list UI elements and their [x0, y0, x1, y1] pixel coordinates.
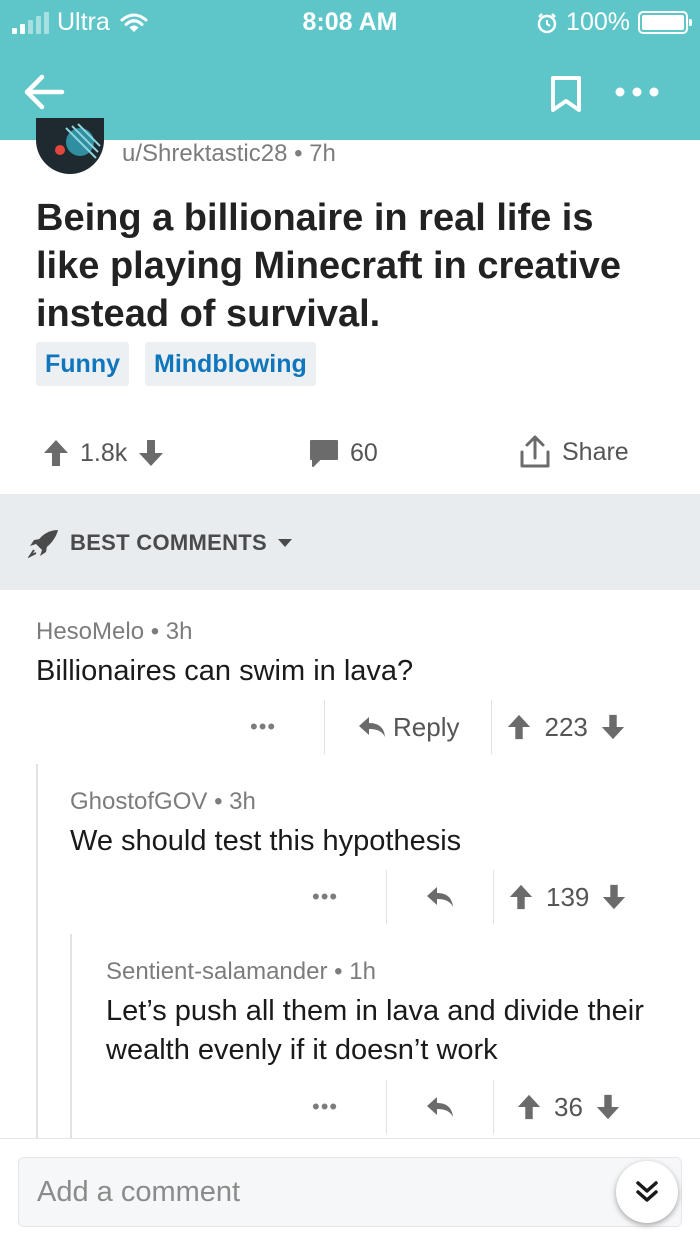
- reply-button[interactable]: [387, 1095, 493, 1119]
- share-label: Share: [562, 437, 629, 466]
- share-button[interactable]: Share: [518, 434, 629, 470]
- reply-arrow-icon: [427, 887, 453, 907]
- comment-author[interactable]: HesoMelo: [36, 618, 144, 645]
- battery-percent: 100%: [566, 8, 630, 36]
- comment-more-icon[interactable]: •••: [312, 884, 386, 910]
- status-bar: Ultra 8:08 AM 100%: [0, 0, 700, 44]
- comment-score: 139: [546, 881, 590, 912]
- comment-body: Billionaires can swim in lava?: [36, 655, 414, 687]
- flair-list: Funny Mindblowing: [36, 342, 316, 386]
- meta-separator: •: [294, 140, 310, 167]
- comment-author[interactable]: Sentient-salamander: [106, 958, 327, 985]
- comment-meta: Sentient-salamander • 1h: [106, 958, 676, 986]
- comment-vote-group: 139: [494, 882, 627, 913]
- next-comment-button[interactable]: [616, 1161, 678, 1223]
- sort-label: BEST COMMENTS: [70, 530, 268, 555]
- comment-bubble-icon: [310, 440, 338, 467]
- comment-actions: ••• 139: [312, 870, 627, 924]
- post-author[interactable]: u/Shrektastic28: [122, 140, 287, 167]
- comment-age: 3h: [165, 618, 193, 645]
- upvote-icon[interactable]: [508, 883, 534, 911]
- flair-mindblowing[interactable]: Mindblowing: [145, 342, 316, 386]
- post-age: 7h: [309, 140, 336, 167]
- caret-down-icon: [278, 539, 293, 547]
- share-icon: [520, 435, 550, 468]
- double-chevron-down-icon: [636, 1181, 658, 1202]
- meta-separator: •: [214, 788, 230, 815]
- reply-arrow-icon: [427, 1097, 453, 1117]
- comment-meta: HesoMelo • 3h: [36, 618, 666, 646]
- comment-body: Let’s push all them in lava and divide t…: [106, 995, 644, 1066]
- battery-icon: [638, 11, 692, 34]
- comment-more-icon[interactable]: •••: [312, 1094, 386, 1120]
- comment-body: We should test this hypothesis: [70, 825, 462, 857]
- reply-arrow-icon: [359, 717, 385, 737]
- more-options-icon[interactable]: [612, 74, 662, 110]
- downvote-icon[interactable]: [601, 883, 627, 911]
- rocket-icon: [28, 530, 58, 558]
- thread-line: [70, 934, 72, 1138]
- reply-button[interactable]: Reply: [325, 712, 491, 743]
- thread-line: [36, 764, 38, 1138]
- post-vote-group: 1.8k: [42, 438, 165, 468]
- comment-age: 1h: [349, 958, 376, 985]
- comment-count-button[interactable]: 60: [308, 438, 378, 468]
- subreddit-avatar[interactable]: [36, 118, 104, 174]
- upvote-icon[interactable]: [506, 713, 532, 741]
- app-bar: [0, 44, 700, 140]
- comment-item: GhostofGOV • 3h We should test this hypo…: [70, 788, 670, 861]
- flair-funny[interactable]: Funny: [36, 342, 129, 386]
- meta-separator: •: [334, 958, 350, 985]
- comment-meta: GhostofGOV • 3h: [70, 788, 670, 816]
- comment-vote-group: 223: [492, 712, 625, 743]
- post-actions: 1.8k 60 Share: [0, 430, 700, 476]
- post-title: Being a billionaire in real life is like…: [36, 197, 621, 335]
- reply-label: Reply: [393, 711, 460, 742]
- comment-count: 60: [350, 438, 378, 467]
- alarm-icon: [537, 12, 557, 33]
- add-comment-input[interactable]: Add a comment: [18, 1157, 682, 1227]
- meta-separator: •: [150, 618, 166, 645]
- bookmark-icon[interactable]: [548, 74, 584, 114]
- comment-more-icon[interactable]: •••: [250, 714, 324, 740]
- comment-actions: ••• 36: [312, 1080, 621, 1134]
- upvote-icon[interactable]: [516, 1093, 542, 1121]
- comment-score: 36: [554, 1091, 583, 1122]
- reply-button[interactable]: [387, 885, 493, 909]
- comment-vote-group: 36: [494, 1092, 621, 1123]
- back-arrow-icon[interactable]: [22, 72, 66, 112]
- downvote-icon[interactable]: [595, 1093, 621, 1121]
- comment-composer: Add a comment: [0, 1138, 700, 1243]
- comment-item: Sentient-salamander • 1h Let’s push all …: [106, 958, 676, 1070]
- post-meta: u/Shrektastic28 • 7h: [122, 140, 336, 168]
- status-right: 100%: [536, 8, 692, 37]
- sort-dropdown[interactable]: BEST COMMENTS: [28, 528, 293, 558]
- post-score: 1.8k: [80, 438, 128, 467]
- comment-score: 223: [544, 711, 588, 742]
- comment-author[interactable]: GhostofGOV: [70, 788, 207, 815]
- downvote-icon[interactable]: [137, 438, 165, 468]
- comment-actions: ••• Reply 223: [250, 700, 626, 754]
- sort-bar: BEST COMMENTS: [0, 494, 700, 590]
- upvote-icon[interactable]: [42, 438, 70, 468]
- avatar-art-icon: [55, 123, 101, 159]
- comment-age: 3h: [229, 788, 256, 815]
- comment-item: HesoMelo • 3h Billionaires can swim in l…: [36, 618, 666, 691]
- downvote-icon[interactable]: [600, 713, 626, 741]
